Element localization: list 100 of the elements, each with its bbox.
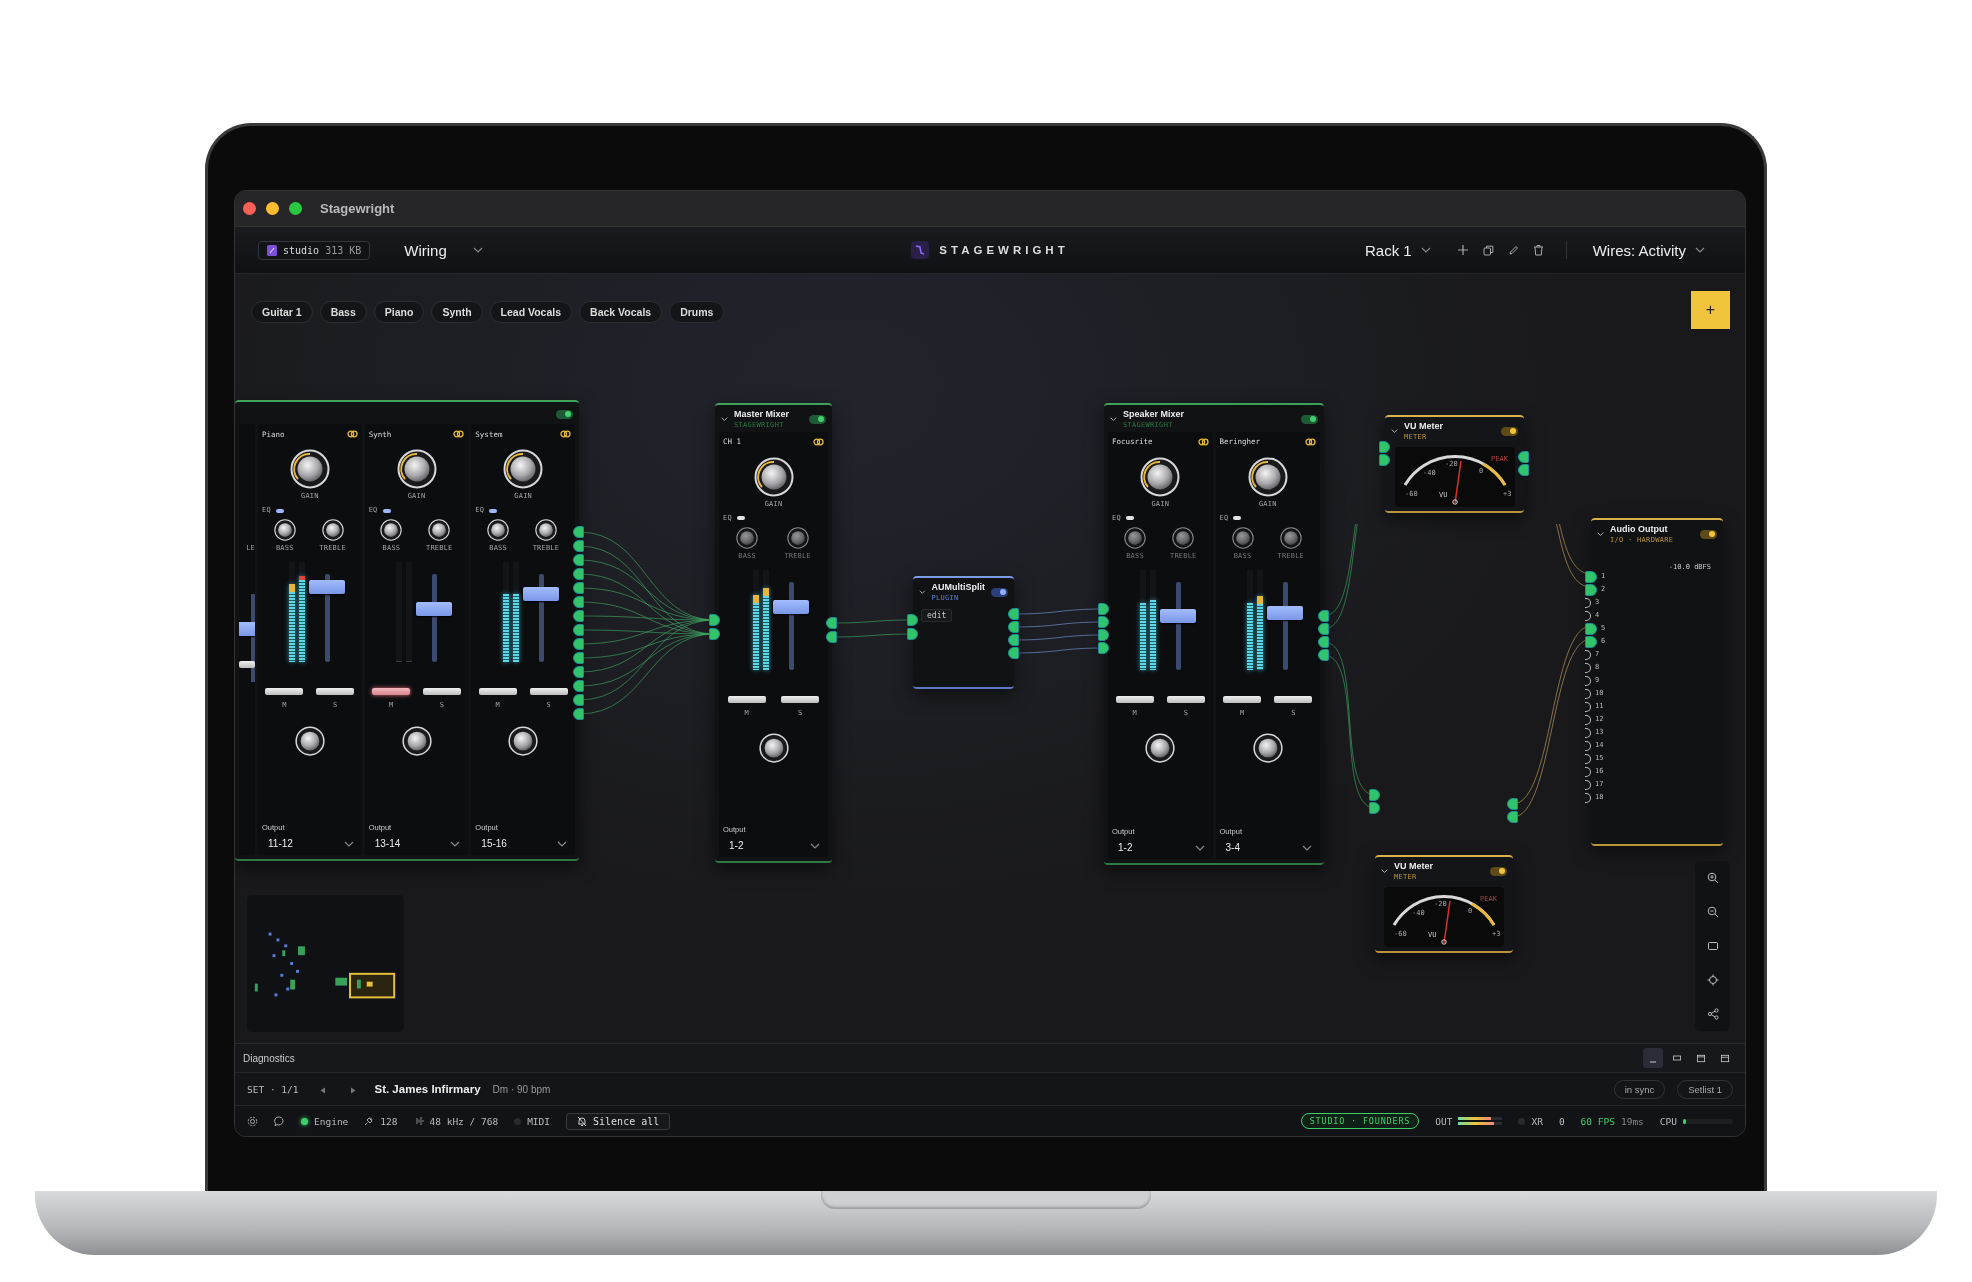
- output-port[interactable]: [1507, 811, 1518, 823]
- node-toggle[interactable]: [1501, 426, 1518, 436]
- tag-chip[interactable]: Lead Vocals: [489, 301, 573, 323]
- output-port[interactable]: [573, 526, 584, 538]
- input-port[interactable]: [1369, 789, 1380, 801]
- copy-icon[interactable]: [1482, 244, 1494, 256]
- fader-handle[interactable]: [773, 599, 809, 614]
- output-port[interactable]: [826, 617, 837, 629]
- node-toggle[interactable]: [1301, 414, 1318, 424]
- graph-icon[interactable]: [1706, 1008, 1719, 1020]
- input-port[interactable]: [1369, 802, 1380, 814]
- treble-knob[interactable]: [321, 518, 344, 541]
- tag-chip[interactable]: Drums: [669, 301, 725, 323]
- zoom-out-icon[interactable]: [1706, 906, 1719, 918]
- output-port[interactable]: [573, 582, 584, 594]
- gain-knob[interactable]: [1140, 456, 1181, 497]
- output-port[interactable]: [573, 694, 584, 706]
- output-select[interactable]: 13-14: [368, 832, 465, 849]
- pan-knob[interactable]: [508, 725, 539, 756]
- pan-knob[interactable]: [294, 725, 325, 756]
- output-port[interactable]: [573, 708, 584, 720]
- output-select[interactable]: 15-16: [475, 832, 571, 849]
- pan-knob[interactable]: [1145, 733, 1176, 764]
- bass-knob[interactable]: [487, 518, 510, 541]
- output-port[interactable]: [573, 652, 584, 664]
- tag-chip[interactable]: Synth: [431, 301, 483, 323]
- gain-knob[interactable]: [753, 456, 794, 497]
- eq-toggle[interactable]: [736, 516, 745, 521]
- eq-toggle[interactable]: [1125, 516, 1134, 521]
- output-select[interactable]: 1-2: [1112, 836, 1209, 853]
- input-port[interactable]: [1098, 642, 1109, 654]
- link-icon[interactable]: [1197, 437, 1209, 446]
- solo-button[interactable]: [529, 688, 568, 696]
- input-port[interactable]: [1379, 454, 1390, 466]
- mute-button[interactable]: [1223, 696, 1262, 704]
- input-port[interactable]: [1098, 603, 1109, 615]
- input-port[interactable]: [1098, 629, 1109, 641]
- mute-button[interactable]: [372, 688, 411, 696]
- target-icon[interactable]: [1706, 974, 1719, 986]
- pan-knob[interactable]: [401, 725, 432, 756]
- output-port[interactable]: [1008, 621, 1019, 633]
- chat-icon[interactable]: [274, 1115, 285, 1127]
- output-port[interactable]: [1507, 798, 1518, 810]
- eq-toggle[interactable]: [382, 508, 391, 513]
- input-port[interactable]: [907, 614, 918, 626]
- gain-knob[interactable]: [396, 449, 437, 489]
- output-port[interactable]: [573, 554, 584, 566]
- solo-button[interactable]: [1274, 696, 1313, 704]
- treble-knob[interactable]: [428, 518, 451, 541]
- output-port[interactable]: [573, 680, 584, 692]
- output-port[interactable]: [573, 624, 584, 636]
- output-port[interactable]: [573, 596, 584, 608]
- link-icon[interactable]: [1305, 437, 1316, 446]
- pencil-icon[interactable]: [1507, 244, 1519, 256]
- output-port[interactable]: [1518, 464, 1529, 476]
- mute-button[interactable]: [478, 688, 517, 696]
- eq-toggle[interactable]: [1233, 516, 1242, 521]
- output-port[interactable]: [1518, 451, 1529, 463]
- input-port[interactable]: [907, 628, 918, 640]
- link-icon[interactable]: [346, 430, 358, 438]
- output-port[interactable]: [1318, 610, 1329, 622]
- node-toggle[interactable]: [1490, 866, 1507, 876]
- file-badge[interactable]: studio 313 KB: [258, 240, 371, 260]
- trash-icon[interactable]: [1532, 244, 1544, 256]
- output-select[interactable]: 11-12: [262, 832, 358, 849]
- fader-handle[interactable]: [1159, 608, 1196, 623]
- silence-all-button[interactable]: Silence all: [566, 1112, 671, 1130]
- output-select[interactable]: 1-2: [723, 834, 824, 851]
- solo-button[interactable]: [422, 688, 461, 696]
- fader-handle[interactable]: [522, 586, 559, 601]
- bass-knob[interactable]: [380, 518, 403, 541]
- output-port[interactable]: [573, 666, 584, 678]
- add-node-button[interactable]: +: [1691, 291, 1730, 329]
- rack-dropdown[interactable]: Rack 1: [1360, 239, 1435, 261]
- output-port[interactable]: [573, 540, 584, 552]
- gain-knob[interactable]: [289, 449, 330, 489]
- output-select[interactable]: 3-4: [1219, 836, 1316, 853]
- input-port[interactable]: [709, 628, 720, 640]
- output-port[interactable]: [826, 631, 837, 643]
- solo-button[interactable]: [1166, 696, 1205, 704]
- wires-dropdown[interactable]: Wires: Activity: [1588, 239, 1709, 261]
- zoom-button[interactable]: [289, 202, 302, 215]
- gain-knob[interactable]: [1247, 456, 1288, 497]
- node-toggle[interactable]: [809, 414, 826, 424]
- edit-button[interactable]: edit: [921, 608, 953, 622]
- output-port[interactable]: [1318, 623, 1329, 635]
- tag-chip[interactable]: Guitar 1: [251, 301, 313, 323]
- minimap-panel[interactable]: [247, 895, 404, 1032]
- link-icon[interactable]: [813, 437, 824, 446]
- mute-button[interactable]: [1115, 696, 1154, 704]
- eq-toggle[interactable]: [275, 508, 284, 513]
- link-icon[interactable]: [560, 430, 571, 438]
- output-port[interactable]: [573, 638, 584, 650]
- output-port[interactable]: [573, 610, 584, 622]
- input-port[interactable]: [1585, 622, 1597, 635]
- tag-chip[interactable]: Piano: [373, 301, 425, 323]
- tag-chip[interactable]: Back Vocals: [579, 301, 663, 323]
- pan-knob[interactable]: [758, 733, 789, 764]
- solo-button[interactable]: [316, 688, 355, 696]
- bass-knob[interactable]: [273, 518, 296, 541]
